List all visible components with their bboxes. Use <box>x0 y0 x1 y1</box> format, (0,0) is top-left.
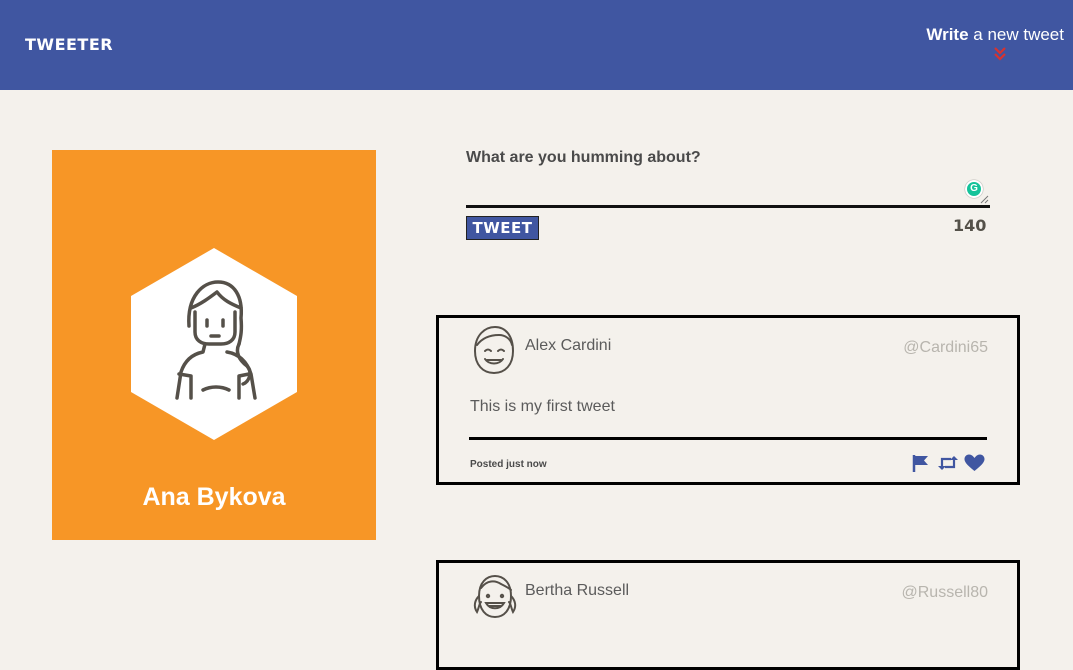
avatar <box>473 574 517 619</box>
heart-icon[interactable] <box>964 454 985 477</box>
tweet-actions <box>912 454 990 474</box>
flag-icon[interactable] <box>912 454 930 477</box>
brand-logo[interactable]: TWEETER <box>25 35 113 54</box>
profile-card: Ana Bykova <box>52 150 376 540</box>
retweet-icon[interactable] <box>937 454 959 477</box>
write-new-tweet-toggle[interactable]: Write a new tweet <box>926 25 1064 45</box>
tweet-author-handle: @Russell80 <box>901 584 989 601</box>
compose-label: What are you humming about? <box>466 149 701 166</box>
tweet-card: Alex Cardini @Cardini65 This is my first… <box>436 315 1020 485</box>
tweet-author-handle: @Cardini65 <box>903 339 988 356</box>
tweet-button[interactable]: TWEET <box>466 216 539 240</box>
profile-avatar <box>131 248 297 440</box>
top-nav: TWEETER Write a new tweet <box>0 0 1073 90</box>
tweet-author-name: Alex Cardini <box>525 337 612 354</box>
character-counter: 140 <box>953 216 987 235</box>
double-chevron-down-icon[interactable] <box>993 46 1007 62</box>
tweet-author-name: Bertha Russell <box>525 582 630 599</box>
compose-toggle-text: a new tweet <box>968 25 1064 44</box>
tweet-content: This is my first tweet <box>470 398 615 415</box>
resize-handle-icon[interactable] <box>980 195 989 204</box>
compose-toggle-strong: Write <box>926 25 969 44</box>
profile-name: Ana Bykova <box>142 483 286 511</box>
tweet-card: Bertha Russell @Russell80 <box>436 560 1020 670</box>
tweet-timestamp: Posted just now <box>470 459 547 470</box>
tweet-textarea[interactable] <box>466 178 990 208</box>
tweet-divider <box>469 437 987 440</box>
avatar <box>473 325 515 375</box>
